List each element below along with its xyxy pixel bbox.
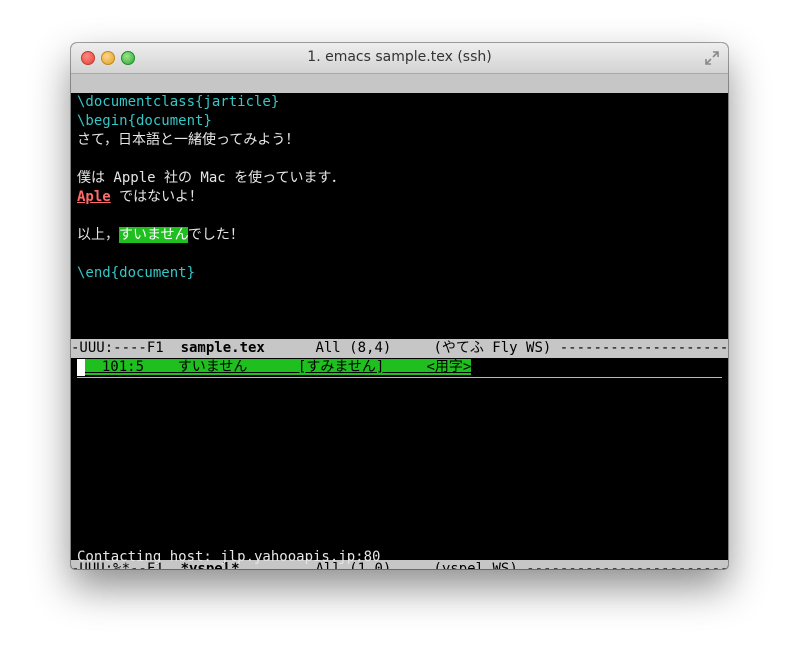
buffer-line-japanese-2: 僕は Apple 社の Mac を使っています． <box>77 170 345 186</box>
cursor <box>77 358 85 376</box>
buffer-line-japanese-1: さて，日本語と一緒使ってみよう！ <box>77 132 300 148</box>
menu-help[interactable]: Help <box>395 93 429 112</box>
emacs-frame[interactable]: File Edit Options Buffers Tools Help \documen… <box>71 74 728 569</box>
row-underline <box>77 377 722 378</box>
fullscreen-icon[interactable] <box>704 50 720 66</box>
window-title: 1. emacs sample.tex (ssh) <box>307 49 492 65</box>
buffer-text: でした！ <box>187 227 244 243</box>
menu-buffers[interactable]: Buffers <box>278 93 337 112</box>
buffer-text: 以上， <box>77 227 119 243</box>
buffer-line-begin-document: \begin{document} <box>77 113 212 129</box>
mode-line-info: All (8,4) (やてふ Fly WS) -----------------… <box>315 340 728 356</box>
mode-line-buffer-name: sample.tex <box>180 340 265 356</box>
yspel-result-row[interactable]: 101:5 すいません [すみません] <用字> <box>77 358 472 377</box>
yspel-word: すいません <box>177 359 298 375</box>
mode-line-sample: -UUU:----F1 sample.tex All (8,4) (やてふ Fl… <box>71 339 728 358</box>
buffer-line-end-document: \end{document} <box>77 265 196 281</box>
echo-area: Contacting host: jlp.yahooapis.jp:80 <box>77 549 381 565</box>
yspel-tag: <用字> <box>426 359 472 375</box>
buffer-text: ではないよ！ <box>110 189 203 205</box>
buffer-line-japanese-3: Aple ではないよ！ <box>77 188 203 207</box>
spelling-error-word[interactable]: Aple <box>77 189 111 205</box>
buffer-line-japanese-4: 以上，すいませんでした！ <box>77 226 244 245</box>
terminal-window: 1. emacs sample.tex (ssh) File Edit Option… <box>71 43 728 569</box>
mode-line-status: -UUU:----F1 <box>71 340 181 356</box>
menu-bar: File Edit Options Buffers Tools Help <box>71 74 728 110</box>
buffer-line-documentclass: \documentclass{jarticle} <box>77 94 280 110</box>
title-bar[interactable]: 1. emacs sample.tex (ssh) <box>71 43 728 74</box>
highlighted-word[interactable]: すいません <box>119 227 188 243</box>
menu-tools[interactable]: Tools <box>345 93 387 112</box>
yspel-suggestion: [すみません] <box>297 359 427 375</box>
yspel-position: 101:5 <box>85 359 178 375</box>
